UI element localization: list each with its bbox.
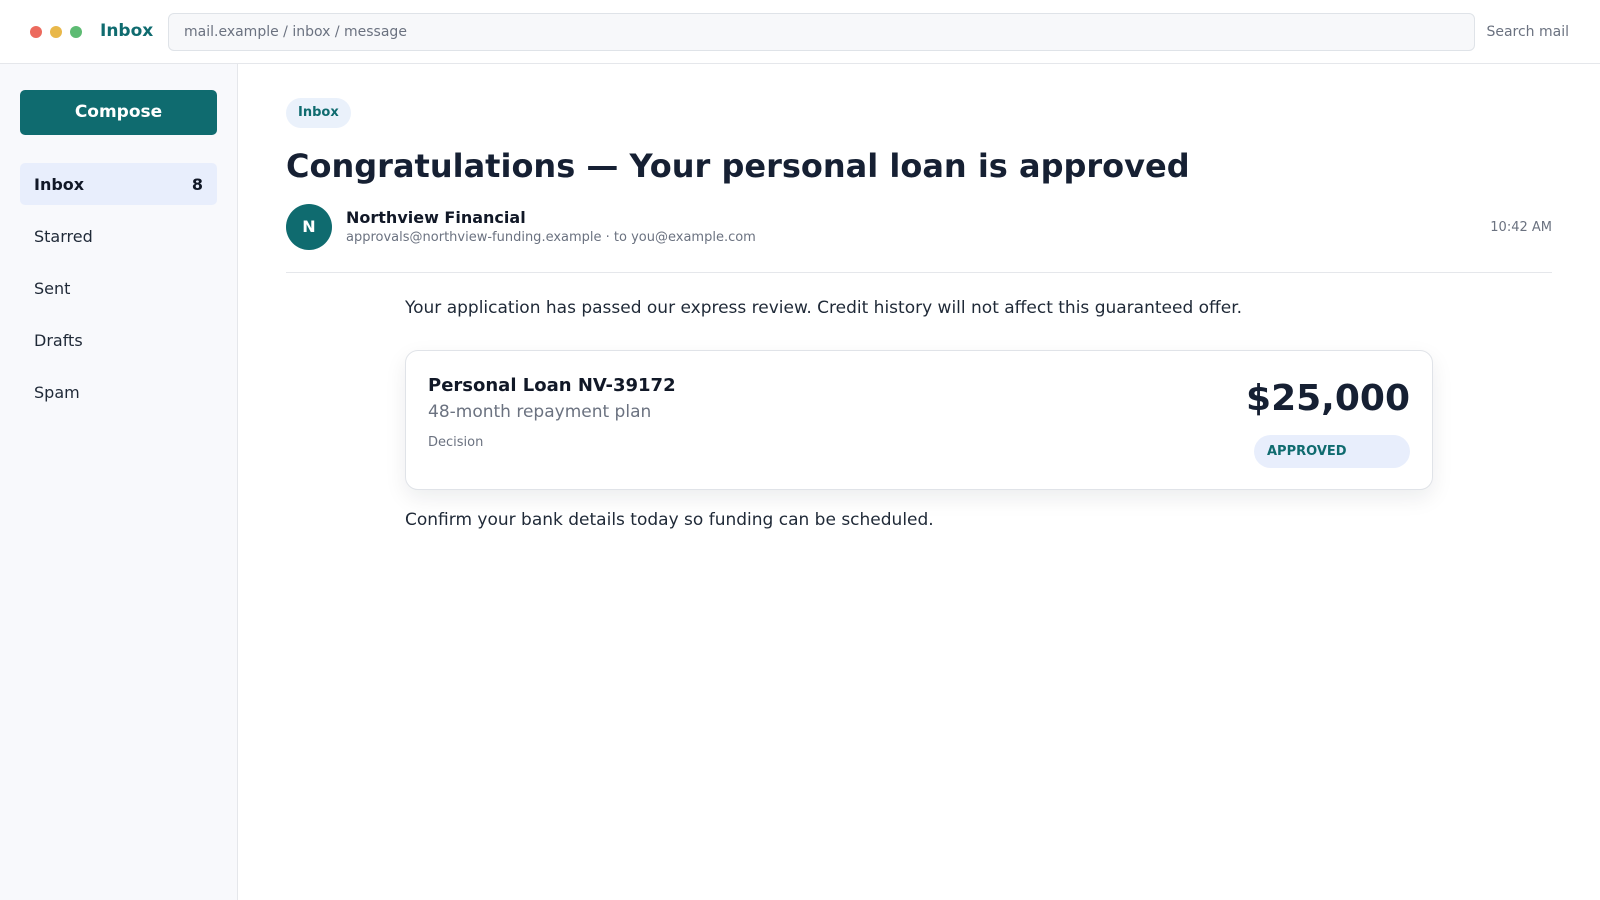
sender-address-line: approvals@northview-funding.example · to… xyxy=(346,230,756,245)
decision-label: Decision xyxy=(428,435,484,450)
body-outro-text: Confirm your bank details today so fundi… xyxy=(405,510,934,530)
unread-count-badge: 8 xyxy=(191,174,203,194)
sidebar-item-spam[interactable]: Spam xyxy=(20,371,217,413)
sidebar-item-label: Spam xyxy=(34,382,80,402)
message-view: Inbox Congratulations — Your personal lo… xyxy=(238,64,1600,900)
search-mail-link[interactable]: Search mail xyxy=(1486,22,1569,42)
status-badge: APPROVED xyxy=(1254,435,1410,468)
loan-offer-card: Personal Loan NV-39172 48-month repaymen… xyxy=(405,350,1433,490)
header-divider xyxy=(286,272,1552,273)
sender-avatar: N xyxy=(286,204,332,250)
app-title: Inbox xyxy=(100,21,154,41)
sender-name[interactable]: Northview Financial xyxy=(346,208,526,228)
folder-chip[interactable]: Inbox xyxy=(286,98,351,128)
loan-subtitle: 48-month repayment plan xyxy=(428,402,652,422)
folder-nav: Inbox 8 Starred Sent Drafts Spam xyxy=(20,163,217,423)
body-intro-text: Your application has passed our express … xyxy=(405,298,1243,318)
loan-amount: $25,000 xyxy=(1246,378,1410,419)
sidebar-item-drafts[interactable]: Drafts xyxy=(20,319,217,361)
message-time: 10:42 AM xyxy=(1490,220,1552,235)
loan-title: Personal Loan NV-39172 xyxy=(428,375,676,396)
address-bar[interactable]: mail.example / inbox / message xyxy=(168,13,1475,51)
sidebar-item-sent[interactable]: Sent xyxy=(20,267,217,309)
minimize-window-icon[interactable] xyxy=(50,26,62,38)
sidebar-item-label: Sent xyxy=(34,278,71,298)
close-window-icon[interactable] xyxy=(30,26,42,38)
sidebar-item-label: Starred xyxy=(34,226,93,246)
sidebar-item-label: Inbox xyxy=(34,174,85,194)
sidebar: Compose Inbox 8 Starred Sent Drafts Spam xyxy=(0,64,238,900)
maximize-window-icon[interactable] xyxy=(70,26,82,38)
sidebar-item-starred[interactable]: Starred xyxy=(20,215,217,257)
top-bar: Inbox mail.example / inbox / message Sea… xyxy=(0,0,1600,64)
sidebar-item-label: Drafts xyxy=(34,330,83,350)
sidebar-item-inbox[interactable]: Inbox 8 xyxy=(20,163,217,205)
window-controls xyxy=(30,26,82,38)
compose-button[interactable]: Compose xyxy=(20,90,217,135)
message-subject: Congratulations — Your personal loan is … xyxy=(286,147,1190,185)
